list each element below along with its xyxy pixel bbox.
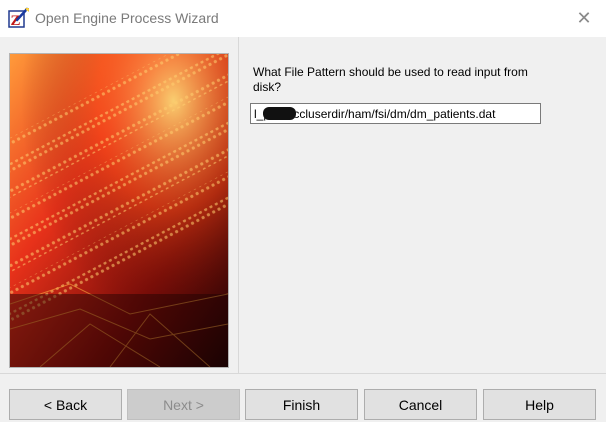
help-button[interactable]: Help [483, 389, 596, 420]
redaction-mark [263, 107, 296, 120]
wizard-body: What File Pattern should be used to read… [0, 37, 606, 373]
svg-text:Z: Z [11, 13, 21, 29]
wizard-wand-icon: Z [8, 7, 30, 29]
back-button[interactable]: < Back [9, 389, 122, 420]
title-bar: Z Open Engine Process Wizard ✕ [0, 0, 606, 37]
cancel-button[interactable]: Cancel [364, 389, 477, 420]
panel-divider [238, 37, 239, 373]
window-title: Open Engine Process Wizard [35, 10, 219, 26]
wizard-banner-image [9, 53, 229, 368]
wizard-window: Z Open Engine Process Wizard ✕ What File… [0, 0, 606, 422]
next-button[interactable]: Next > [127, 389, 240, 420]
close-icon: ✕ [576, 8, 592, 28]
close-button[interactable]: ✕ [562, 0, 606, 37]
file-pattern-question: What File Pattern should be used to read… [253, 65, 528, 94]
finish-button[interactable]: Finish [245, 389, 358, 420]
footer-divider [0, 373, 606, 374]
